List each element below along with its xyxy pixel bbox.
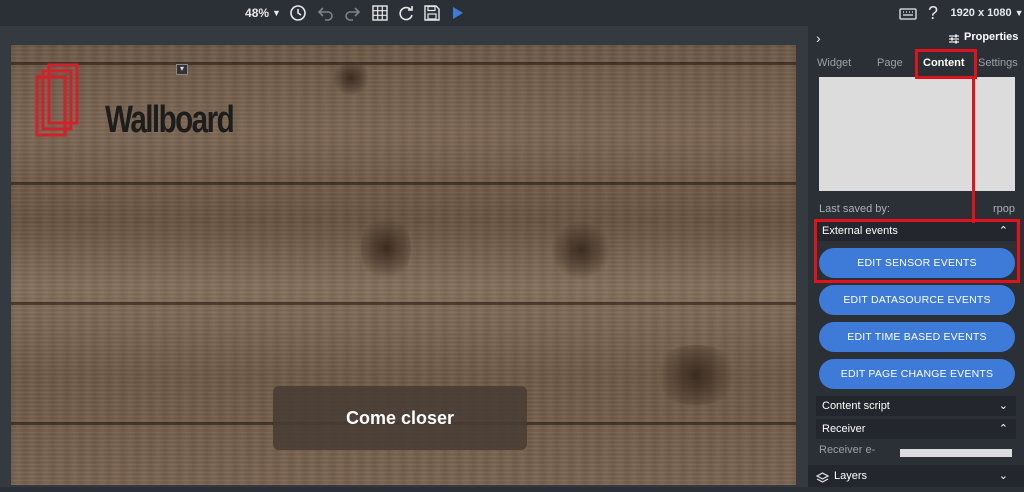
redo-icon[interactable] bbox=[342, 3, 362, 23]
wallboard-logo[interactable]: Wallboard bbox=[35, 63, 235, 143]
chevron-up-icon: ⌃ bbox=[998, 423, 1008, 435]
refresh-icon[interactable] bbox=[396, 3, 416, 23]
layers-title: Layers bbox=[834, 470, 868, 482]
tab-widget[interactable]: Widget bbox=[817, 50, 851, 76]
layers-icon bbox=[815, 470, 830, 492]
keyboard-icon[interactable] bbox=[898, 3, 918, 23]
wood-knot bbox=[361, 213, 411, 283]
message-overlay[interactable]: Come closer bbox=[273, 386, 527, 450]
overlay-text: Come closer bbox=[345, 407, 455, 428]
receiver-email-label: Receiver e- bbox=[819, 444, 876, 456]
logo-text: Wallboard bbox=[105, 99, 235, 141]
layers-header[interactable]: Layers ⌄ bbox=[808, 465, 1024, 487]
wood-knot bbox=[551, 220, 611, 280]
zoom-value: 48% bbox=[245, 6, 270, 20]
panel-header: › Properties bbox=[808, 26, 1024, 50]
edit-datasource-events-button[interactable]: EDIT DATASOURCE EVENTS bbox=[819, 285, 1015, 315]
highlight-content-tab bbox=[915, 49, 977, 79]
canvas-area: Wallboard ▾ Come closer bbox=[0, 26, 808, 487]
highlight-external-events bbox=[814, 219, 1020, 283]
sliders-icon bbox=[948, 32, 960, 50]
logo-mark-icon bbox=[35, 63, 79, 137]
receiver-header[interactable]: Receiver ⌃ bbox=[816, 419, 1016, 439]
chevron-down-icon: ⌄ bbox=[998, 470, 1008, 482]
content-script-title: Content script bbox=[822, 400, 890, 412]
help-icon[interactable]: ? bbox=[924, 3, 942, 23]
collapse-panel-icon[interactable]: › bbox=[816, 30, 821, 46]
edit-time-based-events-button[interactable]: EDIT TIME BASED EVENTS bbox=[819, 322, 1015, 352]
resolution-dropdown[interactable]: 1920 x 1080 ▼ bbox=[950, 3, 1024, 23]
tab-settings[interactable]: Settings bbox=[978, 50, 1018, 76]
chevron-down-icon: ⌄ bbox=[998, 400, 1008, 412]
tab-page[interactable]: Page bbox=[877, 50, 903, 76]
content-script-header[interactable]: Content script ⌄ bbox=[816, 396, 1016, 416]
play-icon[interactable] bbox=[450, 3, 466, 23]
edit-page-change-events-button[interactable]: EDIT PAGE CHANGE EVENTS bbox=[819, 359, 1015, 389]
wood-knot bbox=[651, 345, 741, 405]
chevron-down-icon: ▼ bbox=[272, 8, 281, 18]
top-toolbar: 48% ▼ ? 1920 x 1080 ▼ bbox=[0, 0, 1024, 26]
last-saved-user: rpop bbox=[992, 203, 1015, 215]
receiver-email-input[interactable] bbox=[900, 449, 1012, 457]
undo-icon[interactable] bbox=[316, 3, 336, 23]
last-saved-row: Last saved by: rpop bbox=[819, 203, 1015, 215]
content-preview bbox=[819, 77, 1015, 191]
last-saved-label: Last saved by: bbox=[819, 203, 890, 215]
highlight-connector bbox=[968, 77, 975, 223]
history-icon[interactable] bbox=[288, 3, 308, 23]
wood-knot bbox=[331, 61, 371, 95]
panel-title: Properties bbox=[964, 31, 1019, 43]
save-icon[interactable] bbox=[422, 3, 442, 23]
receiver-title: Receiver bbox=[822, 423, 866, 435]
widget-menu-toggle[interactable]: ▾ bbox=[176, 64, 188, 75]
zoom-dropdown[interactable]: 48% ▼ bbox=[244, 3, 282, 23]
receiver-email-row: Receiver e- bbox=[819, 444, 1015, 460]
page-canvas[interactable]: Wallboard ▾ Come closer bbox=[11, 45, 796, 485]
resolution-value: 1920 x 1080 bbox=[950, 7, 1012, 19]
chevron-down-icon: ▼ bbox=[1014, 8, 1024, 18]
grid-icon[interactable] bbox=[370, 3, 390, 23]
